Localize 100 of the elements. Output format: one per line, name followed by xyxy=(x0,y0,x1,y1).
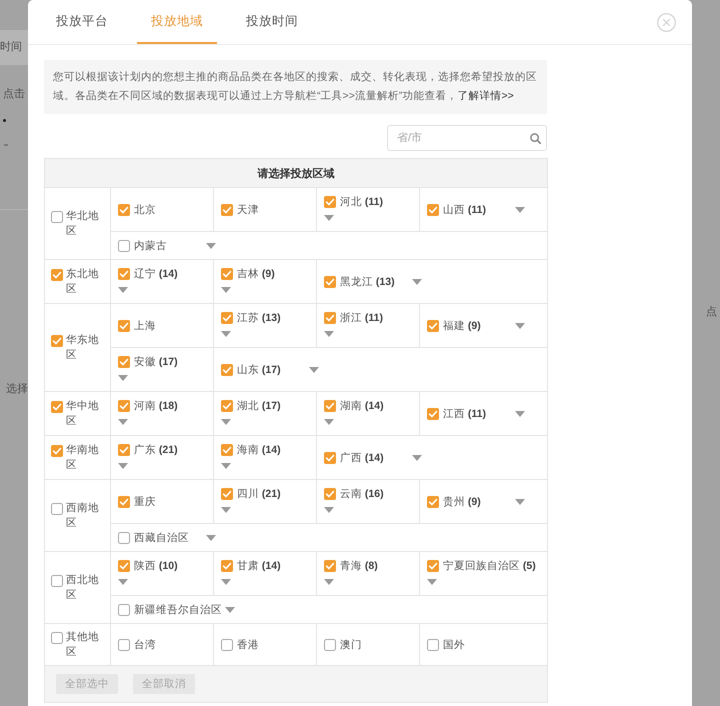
province-name: 台湾 xyxy=(134,638,156,652)
caret-icon[interactable] xyxy=(324,507,334,513)
province-name: 重庆 xyxy=(134,495,156,509)
province-name: 湖南 (14) xyxy=(340,399,384,413)
province-name: 贵州 (9) xyxy=(443,495,481,509)
search-icon[interactable] xyxy=(530,132,541,144)
province-name: 河南 (18) xyxy=(134,399,178,413)
province-name: 广西 (14) xyxy=(340,451,384,465)
checkbox[interactable] xyxy=(118,444,130,456)
province-name: 江苏 (13) xyxy=(237,311,281,325)
checkbox[interactable] xyxy=(221,312,233,324)
caret-icon[interactable] xyxy=(118,287,128,293)
checkbox[interactable] xyxy=(427,560,439,572)
caret-icon[interactable] xyxy=(324,215,334,221)
checkbox[interactable] xyxy=(324,312,336,324)
province-name: 辽宁 (14) xyxy=(134,267,178,281)
checkbox[interactable] xyxy=(221,268,233,280)
province-name: 吉林 (9) xyxy=(237,267,275,281)
tab[interactable]: 投放平台 xyxy=(42,0,122,44)
checkbox[interactable] xyxy=(51,444,63,456)
caret-icon[interactable] xyxy=(118,463,128,469)
checkbox[interactable] xyxy=(427,408,439,420)
checkbox[interactable] xyxy=(324,639,336,651)
caret-icon[interactable] xyxy=(225,607,235,613)
checkbox[interactable] xyxy=(51,400,63,412)
checkbox[interactable] xyxy=(118,320,130,332)
caret-icon[interactable] xyxy=(221,331,231,337)
background-text: 选择 xyxy=(6,383,28,395)
province-name: 宁夏回族自治区 (5) xyxy=(443,559,536,573)
caret-icon[interactable] xyxy=(515,411,525,417)
caret-icon[interactable] xyxy=(324,331,334,337)
search-field[interactable]: 省/市 xyxy=(387,125,547,151)
checkbox[interactable] xyxy=(221,400,233,412)
caret-icon[interactable] xyxy=(118,579,128,585)
checkbox[interactable] xyxy=(427,496,439,508)
caret-icon[interactable] xyxy=(427,579,437,585)
caret-icon[interactable] xyxy=(324,579,334,585)
caret-icon[interactable] xyxy=(221,579,231,585)
province-name: 福建 (9) xyxy=(443,319,481,333)
checkbox[interactable] xyxy=(324,488,336,500)
checkbox[interactable] xyxy=(118,356,130,368)
checkbox[interactable] xyxy=(324,276,336,288)
caret-icon[interactable] xyxy=(324,419,334,425)
caret-icon[interactable] xyxy=(221,419,231,425)
checkbox[interactable] xyxy=(427,639,439,651)
region-name: 华南地区 xyxy=(66,443,100,473)
caret-icon[interactable] xyxy=(221,287,231,293)
region-name: 东北地区 xyxy=(66,267,100,297)
caret-icon[interactable] xyxy=(515,207,525,213)
caret-icon[interactable] xyxy=(412,455,422,461)
checkbox[interactable] xyxy=(427,320,439,332)
checkbox[interactable] xyxy=(324,560,336,572)
checkbox[interactable] xyxy=(221,204,233,216)
checkbox[interactable] xyxy=(51,632,63,644)
caret-icon[interactable] xyxy=(309,367,319,373)
tab[interactable]: 投放地域 xyxy=(137,0,217,44)
checkbox[interactable] xyxy=(221,488,233,500)
checkbox[interactable] xyxy=(51,268,63,280)
checkbox[interactable] xyxy=(118,532,130,544)
checkbox[interactable] xyxy=(118,400,130,412)
checkbox[interactable] xyxy=(221,444,233,456)
checkbox[interactable] xyxy=(221,639,233,651)
checkbox[interactable] xyxy=(118,560,130,572)
checkbox[interactable] xyxy=(118,268,130,280)
province-name: 湖北 (17) xyxy=(237,399,281,413)
checkbox[interactable] xyxy=(51,334,63,346)
caret-icon[interactable] xyxy=(206,535,216,541)
province-name: 广东 (21) xyxy=(134,443,178,457)
checkbox[interactable] xyxy=(51,574,63,586)
province-name: 北京 xyxy=(134,203,156,217)
region-name: 西南地区 xyxy=(66,501,100,531)
checkbox[interactable] xyxy=(221,364,233,376)
caret-icon[interactable] xyxy=(118,419,128,425)
background-tab[interactable]: 时间 xyxy=(0,30,28,65)
caret-icon[interactable] xyxy=(221,463,231,469)
caret-icon[interactable] xyxy=(221,507,231,513)
checkbox[interactable] xyxy=(118,496,130,508)
checkbox[interactable] xyxy=(118,240,130,252)
checkbox[interactable] xyxy=(118,604,130,616)
checkbox[interactable] xyxy=(324,400,336,412)
province-name: 江西 (11) xyxy=(443,407,486,421)
dash-icon xyxy=(4,144,8,146)
checkbox[interactable] xyxy=(221,560,233,572)
details-link[interactable]: 了解详情>> xyxy=(457,90,514,102)
caret-icon[interactable] xyxy=(412,279,422,285)
caret-icon[interactable] xyxy=(515,499,525,505)
background-text: 点 xyxy=(706,306,717,318)
caret-icon[interactable] xyxy=(118,375,128,381)
checkbox[interactable] xyxy=(51,502,63,514)
notice-text: 您可以根据该计划内的您想主推的商品品类在各地区的搜索、成交、转化表现，选择您希望投放的区域。各品类在不同区域的数据表现可以通过上方导航栏“工具>>流量解析”功能查看，了解详情>> xyxy=(53,70,538,104)
checkbox[interactable] xyxy=(51,210,63,222)
checkbox[interactable] xyxy=(324,196,336,208)
close-icon[interactable] xyxy=(657,12,676,32)
caret-icon[interactable] xyxy=(515,323,525,329)
checkbox[interactable] xyxy=(427,204,439,216)
checkbox[interactable] xyxy=(118,204,130,216)
checkbox[interactable] xyxy=(324,452,336,464)
tab[interactable]: 投放时间 xyxy=(232,0,312,44)
caret-icon[interactable] xyxy=(206,243,216,249)
checkbox[interactable] xyxy=(118,639,130,651)
